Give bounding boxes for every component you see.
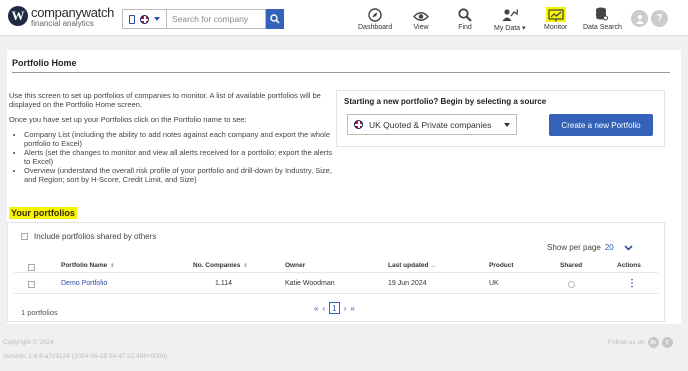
column-header-shared: Shared (560, 262, 583, 269)
chevron-down-icon (504, 122, 510, 127)
include-shared-checkbox[interactable] (21, 233, 28, 240)
intro-paragraph-1: Use this screen to set up portfolios of … (9, 91, 321, 109)
sort-descending-icon: ⌄ (431, 262, 436, 269)
row-actions-menu-icon[interactable]: ⋮ (627, 279, 637, 289)
intro-bullet-company-list: Company List (including the ability to a… (24, 130, 339, 148)
pager-first-button[interactable]: « (314, 304, 318, 313)
companywatch-logo[interactable]: W companywatch financial analytics (8, 6, 114, 28)
follow-us-label: Follow us on (608, 339, 645, 346)
monitor-chart-icon (548, 9, 564, 22)
nav-dashboard[interactable]: Dashboard (358, 7, 392, 31)
title-divider (12, 72, 670, 73)
person-silhouette-icon (635, 14, 644, 24)
nav-find[interactable]: Find (458, 7, 472, 31)
database-icon (596, 7, 609, 21)
page-title: Portfolio Home (12, 58, 77, 68)
column-header-last-updated-label: Last updated (388, 262, 429, 269)
pagination: « ‹ 1 › » (312, 302, 357, 314)
intro-paragraph-2: Once you have set up your Portfolios cli… (9, 115, 247, 124)
portfolio-shared-indicator (568, 281, 575, 288)
building-icon (129, 14, 136, 24)
create-portfolio-button[interactable]: Create a new Portfolio (549, 114, 653, 136)
logo-tagline: financial analytics (31, 19, 94, 28)
footer-follow-us: Follow us on in t (608, 337, 673, 348)
logo-name: companywatch (31, 5, 115, 20)
monitor-highlight (545, 7, 566, 22)
column-header-no-companies[interactable]: No. Companies ⇕ (193, 262, 248, 269)
nav-data-search-label: Data Search (583, 24, 622, 31)
search-source-select[interactable] (122, 9, 166, 29)
column-header-owner[interactable]: Owner (285, 262, 305, 269)
chevron-down-icon (153, 17, 160, 21)
nav-monitor[interactable]: Monitor (544, 7, 567, 31)
include-shared-option: Include portfolios shared by others (21, 232, 156, 241)
footer-copyright: Copyright © 2024 (3, 339, 54, 346)
column-header-no-companies-label: No. Companies (193, 262, 241, 269)
uk-flag-icon (139, 14, 149, 24)
help-icon[interactable]: ? (651, 10, 668, 27)
search-icon (270, 14, 280, 24)
intro-bullet-alerts: Alerts (set the changes to monitor and v… (24, 148, 339, 166)
column-header-actions: Actions (617, 262, 641, 269)
show-per-page-select[interactable]: 20 (605, 243, 614, 252)
nav-data-search[interactable]: Data Search (583, 7, 622, 31)
user-chart-icon (502, 9, 518, 21)
search-icon (458, 8, 472, 22)
column-header-portfolio-name[interactable]: Portfolio Name ⇕ (61, 262, 114, 269)
footer-version: Version: 1.6.6-a7c9124 (2024-06-29 04:47… (3, 353, 168, 360)
show-per-page-control: Show per page 20 (547, 243, 633, 252)
intro-bullet-list: Company List (including the ability to a… (24, 130, 339, 184)
intro-text: Use this screen to set up portfolios of … (9, 91, 339, 184)
twitter-icon[interactable]: t (661, 337, 673, 348)
sort-icon: ⇕ (110, 262, 115, 269)
new-portfolio-box: Starting a new portfolio? Begin by selec… (336, 90, 665, 147)
nav-view-label: View (413, 24, 429, 31)
row-checkbox[interactable] (28, 281, 35, 288)
pager-last-button[interactable]: » (350, 304, 354, 313)
logo-mark-icon: W (8, 6, 28, 26)
table-header-divider (14, 272, 658, 273)
portfolio-companies-count: 1,114 (215, 280, 232, 287)
top-navigation-bar: W companywatch financial analytics Dashb (0, 0, 688, 36)
column-header-product[interactable]: Product (489, 262, 514, 269)
portfolio-count: 1 portfolios (21, 308, 58, 317)
nav-find-label: Find (458, 24, 472, 31)
new-portfolio-heading: Starting a new portfolio? Begin by selec… (344, 97, 547, 106)
include-shared-label: Include portfolios shared by others (34, 232, 157, 241)
search-button[interactable] (266, 9, 284, 29)
nav-my-data-label: My Data ▾ (494, 25, 526, 32)
your-portfolios-heading: Your portfolios (9, 207, 77, 219)
column-header-portfolio-name-label: Portfolio Name (61, 262, 108, 269)
linkedin-icon[interactable]: in (647, 337, 659, 348)
portfolio-source-select[interactable]: UK Quoted & Private companies (347, 114, 517, 135)
portfolio-home-panel: Portfolio Home Use this screen to set up… (7, 50, 681, 324)
eye-icon (413, 12, 429, 21)
nav-my-data[interactable]: My Data ▾ (494, 7, 526, 32)
uk-flag-icon (354, 120, 363, 129)
user-avatar-icon[interactable] (631, 10, 648, 27)
company-search (122, 9, 284, 29)
nav-dashboard-label: Dashboard (358, 24, 393, 31)
search-input[interactable] (166, 9, 266, 29)
column-header-last-updated[interactable]: Last updated ⌄ (388, 262, 436, 269)
portfolio-source-value: UK Quoted & Private companies (369, 119, 492, 130)
pager-prev-button[interactable]: ‹ (322, 304, 325, 313)
nav-monitor-label: Monitor (544, 24, 568, 31)
chevron-down-icon[interactable] (624, 244, 633, 251)
pager-current-page[interactable]: 1 (329, 302, 340, 314)
sort-icon: ⇕ (243, 262, 248, 269)
pager-next-button[interactable]: › (344, 304, 347, 313)
select-all-checkbox[interactable] (28, 264, 35, 271)
portfolio-owner: Katie Woodman (285, 280, 335, 287)
compass-icon (368, 8, 382, 22)
show-per-page-label: Show per page (547, 243, 601, 252)
portfolio-last-updated: 19 Jun 2024 (388, 280, 427, 287)
portfolio-product: UK (489, 280, 499, 287)
portfolio-name-link[interactable]: Demo Portfolio (61, 280, 107, 287)
intro-bullet-overview: Overview (understand the overall risk pr… (24, 166, 339, 184)
nav-view[interactable]: View (413, 7, 429, 31)
portfolios-table-box: Include portfolios shared by others Show… (7, 222, 665, 322)
table-row-divider (14, 293, 658, 294)
